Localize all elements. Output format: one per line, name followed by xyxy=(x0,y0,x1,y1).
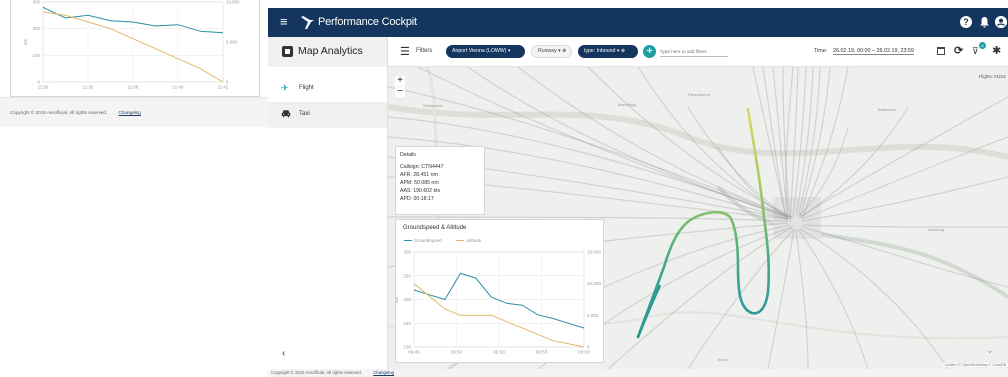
top-bar: ≡ Performance Cockpit ? xyxy=(268,8,1008,37)
y-right-tick-label: 5,000 xyxy=(587,313,599,318)
car-icon xyxy=(281,109,291,119)
y-left-tick-label: 250 xyxy=(403,273,411,278)
y-right-tick-label: 5,000 xyxy=(226,39,238,44)
filter-menu-icon[interactable]: ☰ xyxy=(400,47,410,58)
zoom-in-button[interactable]: + xyxy=(395,76,405,86)
y-left-tick-label: 300 xyxy=(403,250,411,255)
copyright-text: Copyright © 2015 Aerofficial. All rights… xyxy=(271,370,362,375)
x-tick-label: 11:42 xyxy=(218,84,229,89)
detail-row: AFR: 28.451 nm xyxy=(400,172,438,178)
sidebar-item-flight[interactable]: ✈ Flight xyxy=(268,76,387,102)
airplane-icon: ✈ xyxy=(281,83,289,93)
map-analytics-icon xyxy=(282,46,293,57)
sidebar: ✈ Flight Taxi ‹ xyxy=(268,67,388,369)
filter-search-input[interactable] xyxy=(660,46,728,57)
y-left-tick-label: 150 xyxy=(403,321,411,326)
secondary-changelog-link[interactable]: Changelog xyxy=(119,110,141,115)
y-left-axis-label: kts xyxy=(396,296,399,303)
performance-cockpit-app: ≡ Performance Cockpit ? Map Analytics ☰ … xyxy=(268,8,1008,377)
x-tick-label: 11:30 xyxy=(38,84,49,89)
add-filter-button[interactable]: + xyxy=(643,45,656,58)
section-header: Map Analytics xyxy=(268,37,388,67)
sidebar-item-label: Taxi xyxy=(299,111,310,117)
map-place-label: Hainburg xyxy=(928,227,945,232)
detail-row: APD: 00:18:17 xyxy=(400,196,434,202)
time-label: Time: xyxy=(814,48,828,54)
map-view[interactable]: Schwechat Bratislava Marchegg Fischamend… xyxy=(388,67,1008,369)
filter-chip-airport[interactable]: Airport Vienna (LOWW) ▾ xyxy=(446,45,525,58)
flights-count: Flights: #1152 xyxy=(978,74,1006,79)
y-right-tick-label: 15,000 xyxy=(587,250,601,255)
x-tick-label: 09:55 xyxy=(536,350,548,355)
detail-row: APM: 50.085 nm xyxy=(400,180,439,186)
legend-groundspeed[interactable]: Groundspeed xyxy=(404,238,442,243)
help-icon[interactable]: ? xyxy=(960,16,972,28)
map-place-label: Marchegg xyxy=(618,102,636,107)
y-left-tick-label: 100 xyxy=(33,53,41,58)
map-place-label: Fischamend xyxy=(688,92,710,97)
details-title: Details xyxy=(400,152,416,158)
time-range-field[interactable]: 26.02.19, 00:00 – 26.02.19, 23:59 xyxy=(833,48,914,55)
legend-label: Groundspeed xyxy=(414,238,442,243)
filter-funnel-icon[interactable]: ⊽ xyxy=(972,46,979,57)
secondary-chart-svg: 300200100010,0005,000011:30 11:35 11:38 11:… xyxy=(23,0,240,89)
map-attribution[interactable]: Leaflet | © OpenStreetMap © CartoDB xyxy=(942,363,1008,367)
secondary-copyright: Copyright © 2015 Aerofficial. All rights… xyxy=(10,110,108,115)
x-tick-label: 11:40 xyxy=(173,84,184,89)
chevron-down-icon[interactable]: ⌄ xyxy=(986,345,1000,357)
notifications-bell-icon[interactable] xyxy=(978,16,990,28)
secondary-groundspeed-chart: 300 200 100 0 10,000 5,000 0 11:30 11:35 11:38 11:… xyxy=(10,0,260,97)
filter-bar: Map Analytics ☰ Filters Airport Vienna (… xyxy=(268,37,1008,67)
map-place-label: Schwechat xyxy=(423,103,443,108)
user-account-icon[interactable] xyxy=(995,16,1007,28)
y-left-axis-label: kts xyxy=(23,38,28,44)
details-panel: Details Callsign: CTN4447 AFR: 28.451 nm… xyxy=(395,146,485,215)
filters-label: Filters xyxy=(416,48,433,54)
refresh-icon[interactable]: ⟳ xyxy=(954,44,963,57)
x-tick-label: 11:38 xyxy=(128,84,139,89)
hamburger-menu-icon[interactable]: ≡ xyxy=(280,15,293,29)
sidebar-item-taxi[interactable]: Taxi xyxy=(268,102,387,128)
detail-row: AAS: 190.602 kts xyxy=(400,188,441,194)
groundspeed-altitude-panel: 300 250 200 150 100 15,000 10,000 5,000 0 09:45 09… xyxy=(395,219,604,363)
detail-row: Callsign: CTN4447 xyxy=(400,164,444,170)
y-left-tick-label: 300 xyxy=(33,0,41,4)
sidebar-item-label: Flight xyxy=(299,85,314,91)
app-title: Performance Cockpit xyxy=(318,16,417,28)
x-tick-label: 11:35 xyxy=(83,84,94,89)
app-logo-icon xyxy=(301,16,314,29)
legend-altitude[interactable]: Altitude xyxy=(456,238,481,243)
y-right-tick-label: 10,000 xyxy=(226,0,240,4)
x-tick-label: 09:58 xyxy=(578,350,590,355)
legend-label: Altitude xyxy=(466,238,482,243)
secondary-window: 300 200 100 0 10,000 5,000 0 11:30 11:35 11:38 11:… xyxy=(0,0,268,377)
x-tick-label: 09:45 xyxy=(408,350,420,355)
x-tick-label: 09:53 xyxy=(493,350,505,355)
zoom-out-button[interactable]: − xyxy=(395,87,405,97)
y-right-tick-label: 10,000 xyxy=(587,281,601,286)
secondary-footer: Copyright © 2015 Aerofficial. All rights… xyxy=(0,97,268,127)
x-tick-label: 09:50 xyxy=(451,350,463,355)
collapse-sidebar-button[interactable]: ‹ xyxy=(282,348,285,359)
y-left-tick-label: 200 xyxy=(403,297,411,302)
filter-chip-type[interactable]: type: Inbound ▾ ⊗ xyxy=(578,45,638,58)
chart-title: Groundspeed & Altitude xyxy=(403,225,467,231)
filter-chip-runway[interactable]: Runway ▾ ⊗ xyxy=(531,45,572,58)
y-left-tick-label: 200 xyxy=(33,26,41,31)
section-title: Map Analytics xyxy=(298,45,363,57)
calendar-icon[interactable] xyxy=(937,47,945,55)
changelog-link[interactable]: Changelog xyxy=(373,370,394,375)
footer: Copyright © 2015 Aerofficial. All rights… xyxy=(268,369,1008,377)
map-place-label: Bratislava xyxy=(878,107,896,112)
active-filters-badge: 8 xyxy=(979,42,986,49)
settings-gear-icon[interactable]: ✱ xyxy=(992,44,1001,57)
map-place-label: Bruck xyxy=(718,357,729,362)
